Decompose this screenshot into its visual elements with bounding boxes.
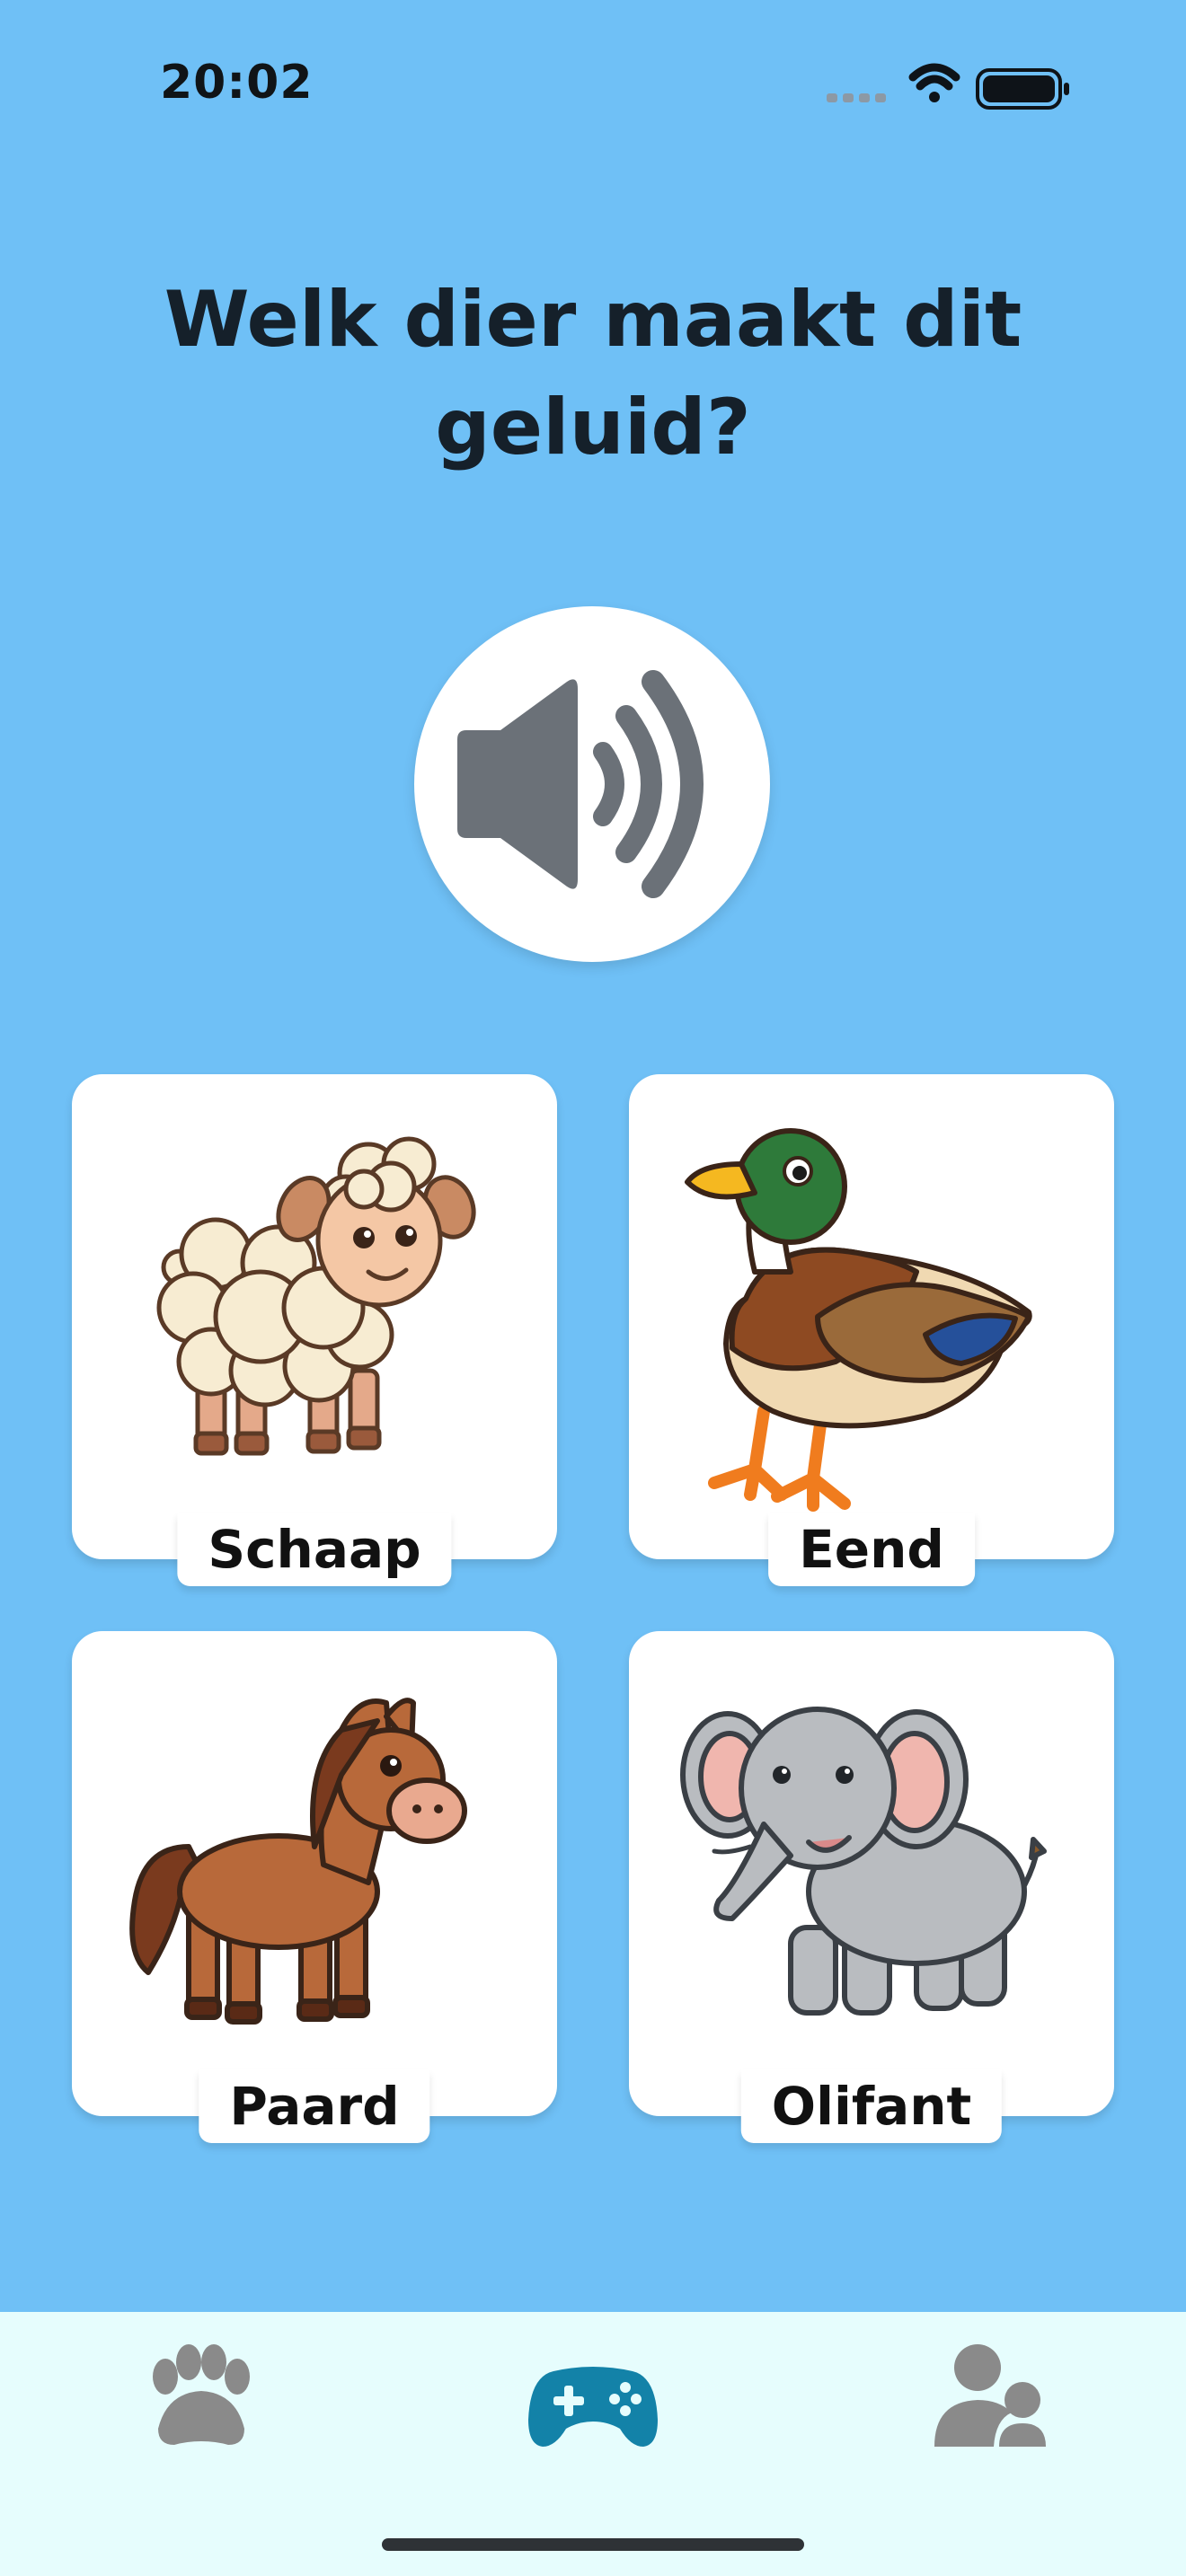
status-icons [827,59,1078,113]
status-time: 20:02 [160,56,314,110]
tab-animals[interactable] [110,2312,289,2492]
gamepad-icon [528,2367,658,2447]
tab-game[interactable] [503,2312,683,2492]
question-title: Welk dier maakt dit geluid? [164,275,1022,472]
answer-card-schaap[interactable]: Schaap [72,1074,557,1586]
tab-profiles[interactable] [898,2312,1078,2492]
wifi-icon [908,63,960,102]
cellular-signal-icon [827,93,886,102]
answer-label: Olifant [740,2069,1003,2143]
status-bar: 20:02 [0,0,1186,171]
answer-label: Eend [768,1513,975,1586]
speaker-volume-icon [457,670,704,898]
horse-illustration [129,1698,467,2025]
elephant-illustration [680,1707,1047,2016]
paw-icon [153,2344,250,2445]
sheep-illustration [156,1136,476,1456]
answer-card-olifant[interactable]: Olifant [629,1631,1114,2143]
play-sound-button[interactable] [414,606,770,962]
battery-icon [976,68,1069,110]
answer-card-eend[interactable]: Eend [629,1074,1114,1586]
home-indicator [382,2538,804,2551]
answer-label: Paard [199,2069,430,2143]
answer-card-paard[interactable]: Paard [72,1631,557,2143]
duck-illustration [685,1128,1032,1512]
users-icon [934,2344,1046,2447]
answer-label: Schaap [177,1513,452,1586]
tab-bar [0,2312,1186,2576]
